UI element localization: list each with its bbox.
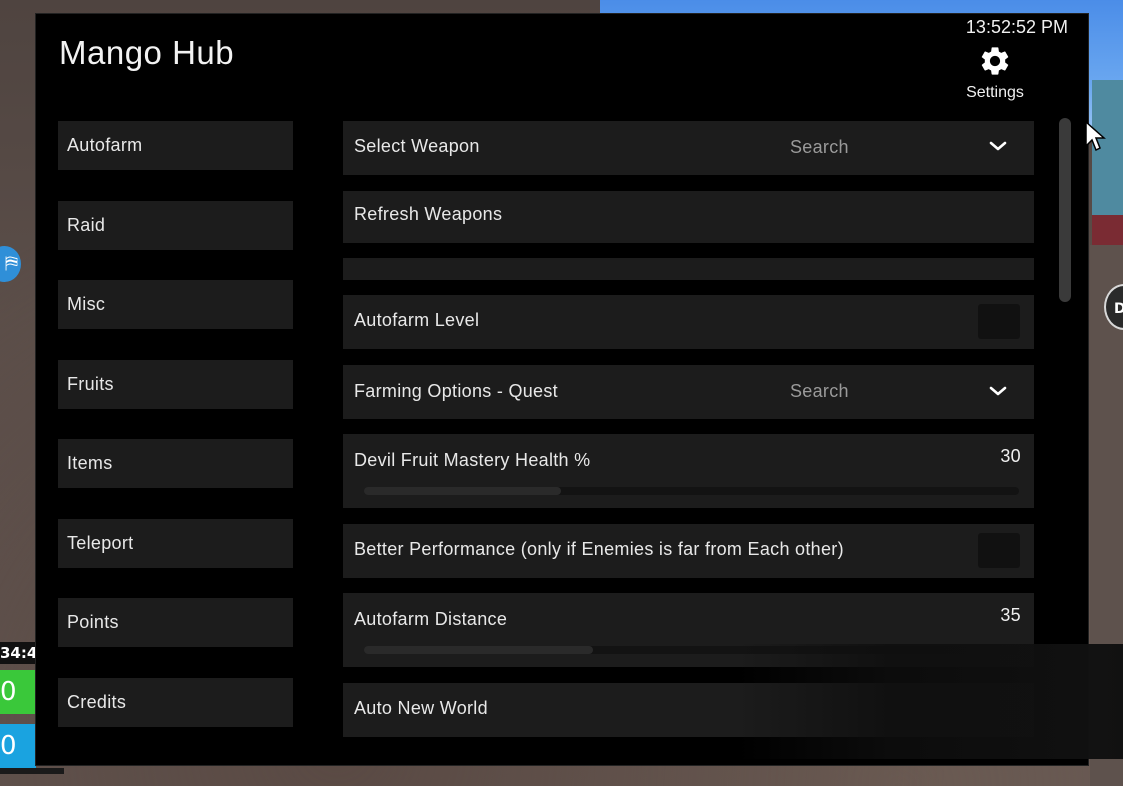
select-weapon-label: Select Weapon: [354, 136, 480, 156]
select-weapon-dropdown[interactable]: Select Weapon Search: [343, 121, 1034, 175]
select-weapon-search[interactable]: Search: [790, 137, 849, 158]
clock: 13:52:52 PM: [965, 17, 1068, 37]
hud-blue-counter: 0: [0, 724, 36, 768]
farming-options-dropdown[interactable]: Farming Options - Quest Search: [343, 365, 1034, 419]
sidebar-item-teleport[interactable]: Teleport: [58, 518, 293, 568]
hud-green-counter: 0: [0, 670, 36, 714]
sidebar-item-points[interactable]: Points: [58, 598, 293, 647]
chevron-down-icon[interactable]: [988, 384, 1008, 398]
sidebar-item-credits[interactable]: Credits: [58, 677, 293, 727]
autofarm-distance-label: Autofarm Distance: [354, 609, 508, 629]
sidebar-item-autofarm[interactable]: Autofarm: [58, 121, 293, 170]
slider-fill: [364, 487, 561, 495]
settings-label: Settings: [966, 84, 1024, 101]
gift-icon[interactable]: ⛿: [0, 246, 21, 282]
section-divider: [343, 258, 1034, 280]
devil-fruit-mastery-slider[interactable]: [364, 487, 1019, 495]
scrollbar-thumb[interactable]: [1059, 118, 1071, 302]
window-title: Mango Hub: [59, 34, 235, 71]
hud-timer: 34:4: [0, 642, 36, 664]
farming-options-search[interactable]: Search: [790, 381, 849, 402]
gear-icon: [981, 47, 1009, 75]
refresh-weapons-label: Refresh Weapons: [354, 204, 503, 224]
sidebar-item-misc[interactable]: Misc: [58, 280, 293, 329]
devil-fruit-mastery-label: Devil Fruit Mastery Health %: [354, 450, 591, 470]
sidebar-item-raid[interactable]: Raid: [58, 200, 293, 250]
autofarm-level-toggle[interactable]: [978, 304, 1020, 339]
settings-button[interactable]: Settings: [960, 44, 1030, 102]
devil-fruit-mastery-value: 30: [1000, 446, 1021, 466]
hud-bar: [0, 768, 64, 774]
better-performance-toggle-row[interactable]: Better Performance (only if Enemies is f…: [343, 524, 1034, 578]
refresh-weapons-button[interactable]: Refresh Weapons: [343, 191, 1034, 243]
devil-fruit-mastery-slider-row: Devil Fruit Mastery Health % 30: [343, 434, 1034, 508]
better-performance-toggle[interactable]: [978, 533, 1020, 568]
background-building-base: [1092, 215, 1123, 245]
cursor-icon: [1085, 120, 1106, 152]
chevron-down-icon[interactable]: [988, 139, 1008, 153]
farming-options-label: Farming Options - Quest: [354, 381, 558, 401]
better-performance-label: Better Performance (only if Enemies is f…: [354, 539, 844, 559]
slider-fill: [364, 646, 594, 654]
autofarm-level-label: Autofarm Level: [354, 310, 480, 330]
bottom-right-fade-overlay: [736, 644, 1123, 759]
sidebar-item-items[interactable]: Items: [58, 439, 293, 488]
sidebar-item-fruits[interactable]: Fruits: [58, 359, 293, 409]
sidebar: Autofarm Raid Misc Fruits Items Teleport…: [58, 121, 293, 757]
mango-hub-window: Mango Hub 13:52:52 PM Settings Autofarm …: [35, 13, 1123, 766]
autofarm-distance-value: 35: [1000, 605, 1021, 625]
auto-new-world-label: Auto New World: [354, 698, 488, 718]
autofarm-level-toggle-row[interactable]: Autofarm Level: [343, 295, 1034, 349]
